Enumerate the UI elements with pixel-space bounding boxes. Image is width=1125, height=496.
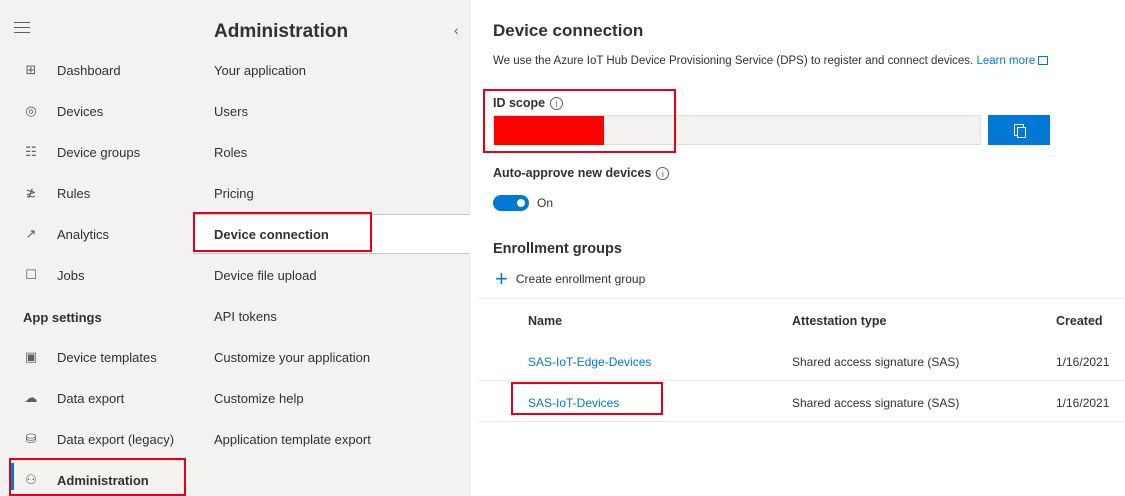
nav-label: Devices xyxy=(57,103,104,119)
jobs-icon: ☐ xyxy=(25,267,37,282)
nav-item-devices[interactable]: ◎ Devices xyxy=(0,91,193,131)
table-row[interactable]: SAS-IoT-Devices Shared access signature … xyxy=(478,382,1125,422)
id-scope-label: ID scope i xyxy=(493,96,564,111)
app-settings-heading: App settings xyxy=(23,310,102,325)
nav-label: Device templates xyxy=(57,349,157,365)
enrollment-name-link[interactable]: SAS-IoT-Edge-Devices xyxy=(528,355,651,369)
nav-label: Dashboard xyxy=(57,62,121,78)
devices-icon: ◎ xyxy=(25,103,37,118)
admin-item-customize-application[interactable]: Customize your application xyxy=(193,337,470,377)
analytics-icon: ↗ xyxy=(25,226,37,241)
copy-icon xyxy=(1014,124,1026,138)
nav-item-administration[interactable]: ⚇ Administration xyxy=(0,460,193,496)
rules-icon: ≵ xyxy=(25,185,37,200)
nav-item-analytics[interactable]: ↗ Analytics xyxy=(0,214,193,254)
table-row[interactable]: SAS-IoT-Edge-Devices Shared access signa… xyxy=(478,341,1125,381)
hamburger-icon[interactable] xyxy=(14,22,30,34)
page-title: Device connection xyxy=(493,21,644,40)
main-content: Device connection We use the Azure IoT H… xyxy=(470,0,1125,496)
external-link-icon xyxy=(1038,56,1049,65)
nav-label: Data export (legacy) xyxy=(57,431,175,447)
nav-label: Administration xyxy=(57,472,149,488)
id-scope-text: ID scope xyxy=(493,96,546,110)
admin-item-pricing[interactable]: Pricing xyxy=(193,173,470,213)
data-export-legacy-icon: ⛁ xyxy=(25,431,37,446)
device-groups-icon: ☷ xyxy=(25,144,37,159)
nav-item-dashboard[interactable]: ⊞ Dashboard xyxy=(0,50,193,90)
column-header-attestation[interactable]: Attestation type xyxy=(792,314,886,328)
learn-more-label: Learn more xyxy=(976,55,1036,67)
panel-title: Administration xyxy=(214,21,349,42)
id-scope-field[interactable] xyxy=(493,115,981,145)
learn-more-link[interactable]: Learn more xyxy=(976,55,1049,67)
nav-item-device-groups[interactable]: ☷ Device groups xyxy=(0,132,193,172)
admin-item-template-export[interactable]: Application template export xyxy=(193,419,470,459)
created-date: 1/16/2021 xyxy=(1056,396,1110,410)
nav-item-data-export-legacy[interactable]: ⛁ Data export (legacy) xyxy=(0,419,193,459)
admin-item-roles[interactable]: Roles xyxy=(193,132,470,172)
description-text: We use the Azure IoT Hub Device Provisio… xyxy=(493,55,974,67)
auto-approve-toggle[interactable] xyxy=(493,195,529,211)
administration-panel: Administration ‹ Your application Users … xyxy=(193,0,470,496)
page-description: We use the Azure IoT Hub Device Provisio… xyxy=(493,55,1049,67)
enrollment-groups-title: Enrollment groups xyxy=(493,241,622,257)
auto-approve-label: Auto-approve new devices i xyxy=(493,166,670,181)
info-icon[interactable]: i xyxy=(656,167,670,181)
device-templates-icon: ▣ xyxy=(24,349,38,364)
nav-item-rules[interactable]: ≵ Rules xyxy=(0,173,193,213)
admin-item-your-application[interactable]: Your application xyxy=(193,50,470,90)
admin-item-device-file-upload[interactable]: Device file upload xyxy=(193,255,470,295)
admin-item-device-connection[interactable]: Device connection xyxy=(193,214,470,254)
chevron-left-icon[interactable]: ‹ xyxy=(454,22,464,38)
created-date: 1/16/2021 xyxy=(1056,355,1110,369)
column-header-name[interactable]: Name xyxy=(528,314,562,328)
table-divider xyxy=(478,298,1125,299)
column-header-created[interactable]: Created xyxy=(1056,314,1103,328)
redaction-block xyxy=(494,116,604,145)
create-button-label: Create enrollment group xyxy=(515,272,646,286)
admin-item-api-tokens[interactable]: API tokens xyxy=(193,296,470,336)
plus-icon: + xyxy=(495,266,508,291)
enrollment-name-link[interactable]: SAS-IoT-Devices xyxy=(528,396,619,410)
attestation-type: Shared access signature (SAS) xyxy=(792,396,960,410)
dashboard-icon: ⊞ xyxy=(25,62,37,77)
left-nav: ⊞ Dashboard ◎ Devices ☷ Device groups ≵ … xyxy=(0,0,193,496)
create-enrollment-group-button[interactable]: + Create enrollment group xyxy=(495,266,646,291)
nav-item-jobs[interactable]: ☐ Jobs xyxy=(0,255,193,295)
nav-label: Rules xyxy=(57,185,91,201)
nav-label: Device groups xyxy=(57,144,141,160)
administration-icon: ⚇ xyxy=(25,472,37,487)
nav-label: Jobs xyxy=(57,267,85,283)
copy-button[interactable] xyxy=(988,115,1050,145)
toggle-state-label: On xyxy=(537,196,554,210)
nav-item-data-export[interactable]: ☁ Data export xyxy=(0,378,193,418)
nav-label: Analytics xyxy=(57,226,110,242)
auto-approve-text: Auto-approve new devices xyxy=(493,166,652,180)
toggle-knob xyxy=(517,199,525,207)
data-export-icon: ☁ xyxy=(24,390,38,405)
admin-item-users[interactable]: Users xyxy=(193,91,470,131)
admin-item-customize-help[interactable]: Customize help xyxy=(193,378,470,418)
nav-label: Data export xyxy=(57,390,125,406)
nav-item-device-templates[interactable]: ▣ Device templates xyxy=(0,337,193,377)
info-icon[interactable]: i xyxy=(550,97,564,111)
attestation-type: Shared access signature (SAS) xyxy=(792,355,960,369)
